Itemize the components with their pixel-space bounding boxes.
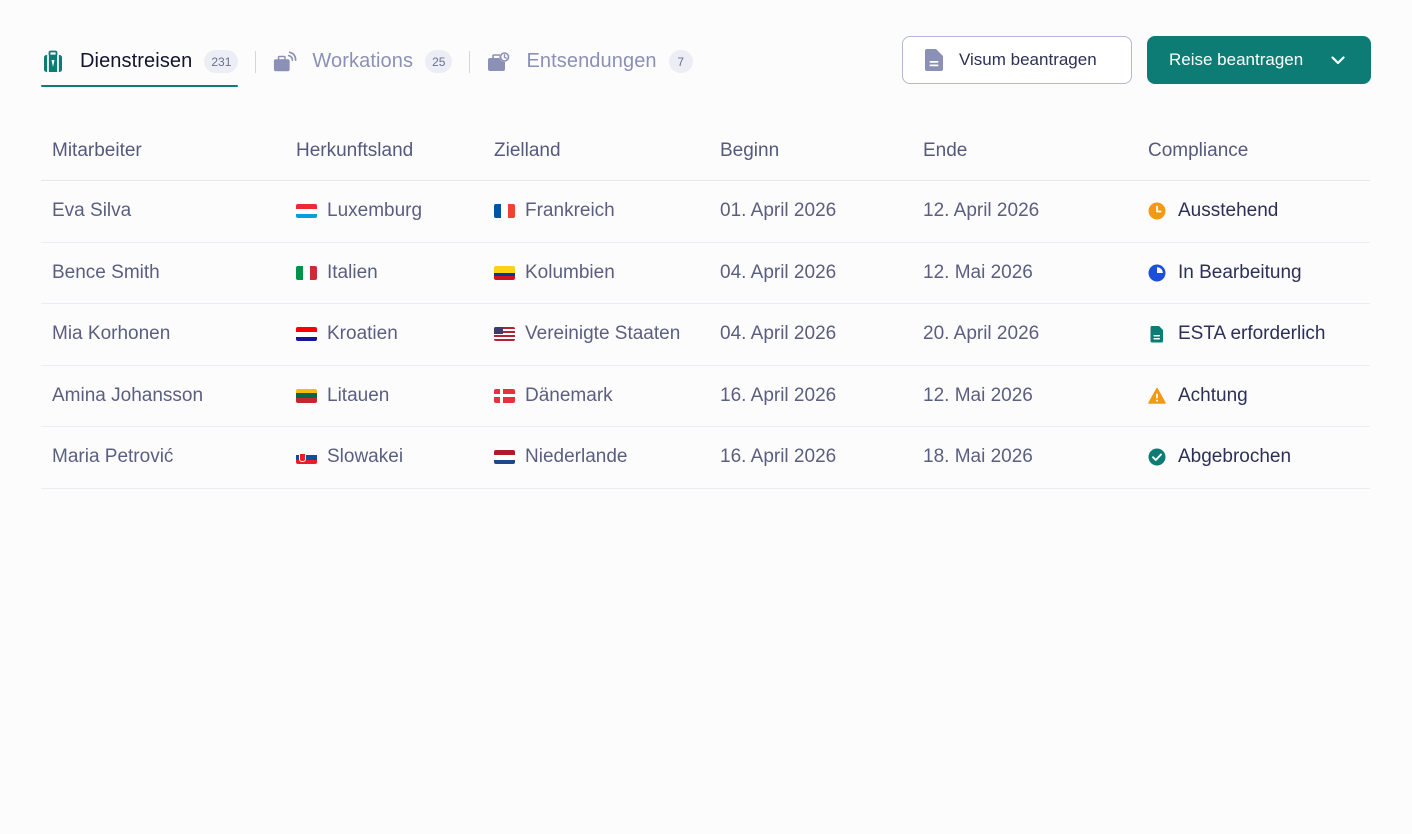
table-row[interactable]: Bence Smith Italien Kolumbien 04. April … <box>41 243 1370 304</box>
table-header: Mitarbeiter Herkunftsland Zielland Begin… <box>41 122 1370 181</box>
apply-travel-button[interactable]: Reise beantragen <box>1147 36 1371 84</box>
flag-lithuania-icon <box>296 388 317 403</box>
column-header-start[interactable]: Beginn <box>720 140 779 162</box>
table-row[interactable]: Maria Petrović Slowakei Niederlande 16. … <box>41 427 1370 489</box>
origin-country: Slowakei <box>296 446 403 468</box>
start-date: 04. April 2026 <box>720 261 837 283</box>
tab-workations[interactable]: Workations 25 <box>273 36 453 87</box>
employee-name: Mia Korhonen <box>52 323 171 345</box>
laptop-wave-icon <box>273 50 297 74</box>
tab-count-badge: 7 <box>668 50 693 73</box>
flag-colombia-icon <box>494 265 515 280</box>
tab-bar: Dienstreisen 231 Workations 25 Entsendun… <box>41 36 693 87</box>
check-circle-icon <box>1148 448 1166 466</box>
column-header-end[interactable]: Ende <box>923 140 967 162</box>
table-row[interactable]: Amina Johansson Litauen Dänemark 16. Apr… <box>41 366 1370 427</box>
column-header-employee[interactable]: Mitarbeiter <box>52 140 142 162</box>
destination-country: Niederlande <box>494 446 627 468</box>
tab-label: Entsendungen <box>526 50 657 72</box>
flag-denmark-icon <box>494 388 515 403</box>
flag-slovakia-icon <box>296 450 317 465</box>
column-header-origin[interactable]: Herkunftsland <box>296 140 413 162</box>
clock-icon <box>1148 202 1166 220</box>
progress-pie-icon <box>1148 264 1166 282</box>
start-date: 16. April 2026 <box>720 384 837 406</box>
trips-table: Mitarbeiter Herkunftsland Zielland Begin… <box>41 122 1370 489</box>
destination-country: Kolumbien <box>494 262 615 284</box>
end-date: 12. Mai 2026 <box>923 261 1033 283</box>
start-date: 01. April 2026 <box>720 200 837 222</box>
column-header-compliance[interactable]: Compliance <box>1148 140 1248 162</box>
table-row[interactable]: Eva Silva Luxemburg Frankreich 01. April… <box>41 181 1370 243</box>
compliance-status: Abgebrochen <box>1148 446 1291 468</box>
origin-country: Kroatien <box>296 323 398 345</box>
employee-name: Maria Petrović <box>52 446 174 468</box>
document-icon <box>1148 325 1166 343</box>
table-row[interactable]: Mia Korhonen Kroatien Vereinigte Staaten… <box>41 304 1370 366</box>
tab-label: Workations <box>312 50 414 72</box>
employee-name: Amina Johansson <box>52 384 204 406</box>
flag-france-icon <box>494 204 515 219</box>
start-date: 16. April 2026 <box>720 446 837 468</box>
warning-icon <box>1148 387 1166 405</box>
apply-visa-button[interactable]: Visum beantragen <box>902 36 1132 84</box>
tab-count-badge: 231 <box>204 50 239 73</box>
travel-overview: Dienstreisen 231 Workations 25 Entsendun… <box>0 0 1412 834</box>
tab-count-badge: 25 <box>425 50 453 73</box>
employee-name: Bence Smith <box>52 261 160 283</box>
end-date: 20. April 2026 <box>923 323 1040 345</box>
origin-country: Italien <box>296 262 378 284</box>
employee-name: Eva Silva <box>52 200 132 222</box>
flag-netherlands-icon <box>494 450 515 465</box>
apply-visa-label: Visum beantragen <box>959 50 1097 69</box>
compliance-status: In Bearbeitung <box>1148 262 1302 284</box>
tab-label: Dienstreisen <box>80 50 193 72</box>
end-date: 18. Mai 2026 <box>923 446 1033 468</box>
flag-croatia-icon <box>296 327 317 342</box>
tab-divider <box>255 50 257 73</box>
document-icon <box>925 49 943 71</box>
destination-country: Dänemark <box>494 385 613 407</box>
end-date: 12. April 2026 <box>923 200 1040 222</box>
start-date: 04. April 2026 <box>720 323 837 345</box>
tab-entsendungen[interactable]: Entsendungen 7 <box>487 36 693 87</box>
compliance-status: Ausstehend <box>1148 200 1278 222</box>
origin-country: Litauen <box>296 385 389 407</box>
origin-country: Luxemburg <box>296 200 422 222</box>
briefcase-clock-icon <box>487 50 511 74</box>
column-header-destination[interactable]: Zielland <box>494 140 561 162</box>
tab-divider <box>469 50 471 73</box>
flag-usa-icon <box>494 327 515 342</box>
tab-dienstreisen[interactable]: Dienstreisen 231 <box>41 36 239 87</box>
end-date: 12. Mai 2026 <box>923 384 1033 406</box>
suitcase-icon <box>41 50 65 74</box>
flag-luxembourg-icon <box>296 204 317 219</box>
compliance-status: Achtung <box>1148 385 1248 407</box>
compliance-status: ESTA erforderlich <box>1148 323 1325 345</box>
chevron-down-icon[interactable] <box>1331 55 1345 65</box>
destination-country: Vereinigte Staaten <box>494 323 680 345</box>
destination-country: Frankreich <box>494 200 615 222</box>
flag-italy-icon <box>296 265 317 280</box>
apply-travel-label: Reise beantragen <box>1169 50 1304 69</box>
